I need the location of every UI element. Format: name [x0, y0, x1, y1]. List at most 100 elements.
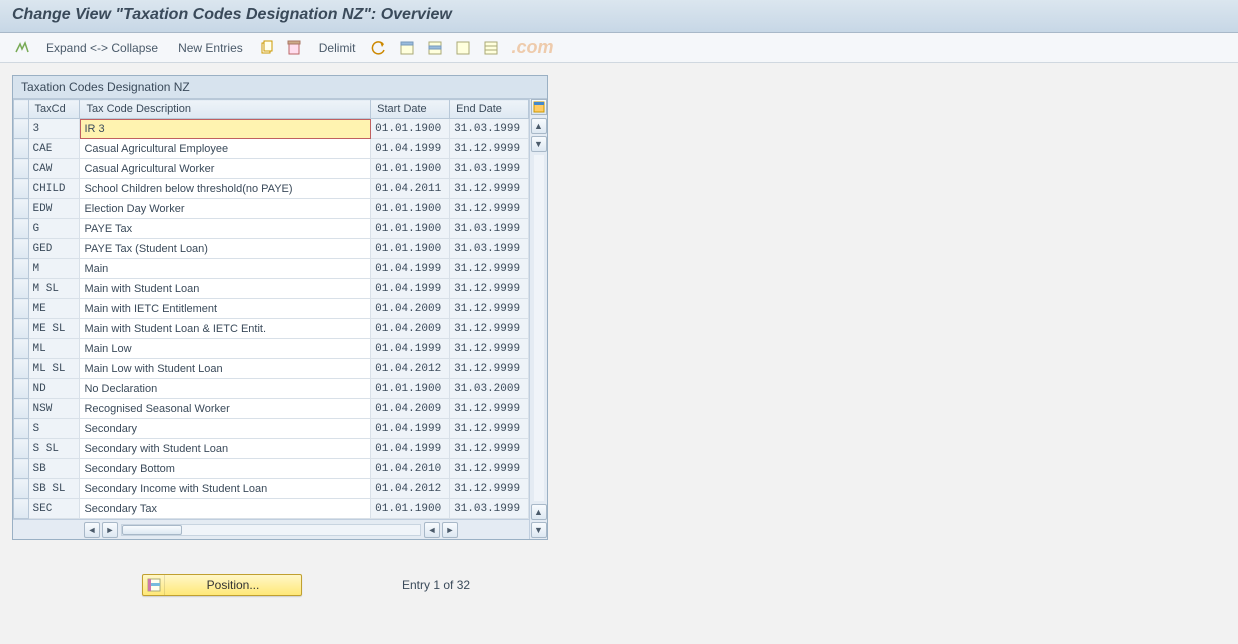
cell-start[interactable]: 01.04.1999: [371, 139, 450, 159]
h-scroll-thumb[interactable]: [122, 525, 182, 535]
cell-end[interactable]: 31.03.1999: [450, 119, 529, 139]
row-selector[interactable]: [14, 339, 29, 359]
row-selector[interactable]: [14, 219, 29, 239]
cell-end[interactable]: 31.12.9999: [450, 139, 529, 159]
cell-end[interactable]: 31.12.9999: [450, 299, 529, 319]
cell-end[interactable]: 31.12.9999: [450, 279, 529, 299]
scroll-up-end-icon[interactable]: ▲: [531, 504, 547, 520]
new-entries-button[interactable]: New Entries: [170, 39, 251, 57]
cell-desc[interactable]: Main Low: [80, 339, 371, 359]
table-config-icon[interactable]: [531, 99, 547, 115]
row-selector[interactable]: [14, 499, 29, 519]
cell-start[interactable]: 01.04.2009: [371, 319, 450, 339]
cell-start[interactable]: 01.01.1900: [371, 239, 450, 259]
table-row[interactable]: NSWRecognised Seasonal Worker01.04.20093…: [14, 399, 529, 419]
cell-taxcd[interactable]: EDW: [28, 199, 80, 219]
scroll-up-icon[interactable]: ▲: [531, 118, 547, 134]
table-row[interactable]: ML SLMain Low with Student Loan01.04.201…: [14, 359, 529, 379]
table-row[interactable]: MMain01.04.199931.12.9999: [14, 259, 529, 279]
cell-end[interactable]: 31.12.9999: [450, 459, 529, 479]
table-row[interactable]: SECSecondary Tax01.01.190031.03.1999: [14, 499, 529, 519]
cell-end[interactable]: 31.12.9999: [450, 319, 529, 339]
cell-start[interactable]: 01.04.2009: [371, 299, 450, 319]
cell-desc[interactable]: Main with Student Loan & IETC Entit.: [80, 319, 371, 339]
cell-end[interactable]: 31.12.9999: [450, 339, 529, 359]
row-selector[interactable]: [14, 259, 29, 279]
cell-end[interactable]: 31.03.1999: [450, 239, 529, 259]
cell-desc[interactable]: Secondary Tax: [80, 499, 371, 519]
scroll-right-icon[interactable]: ►: [102, 522, 118, 538]
table-settings-icon[interactable]: [479, 38, 503, 58]
table-row[interactable]: SSecondary01.04.199931.12.9999: [14, 419, 529, 439]
cell-start[interactable]: 01.04.1999: [371, 279, 450, 299]
row-selector-header[interactable]: [14, 100, 29, 119]
table-row[interactable]: CHILDSchool Children below threshold(no …: [14, 179, 529, 199]
toggle-view-icon[interactable]: [10, 38, 34, 58]
cell-desc[interactable]: IR 3: [80, 119, 371, 139]
table-row[interactable]: SBSecondary Bottom01.04.201031.12.9999: [14, 459, 529, 479]
cell-start[interactable]: 01.01.1900: [371, 379, 450, 399]
row-selector[interactable]: [14, 359, 29, 379]
cell-start[interactable]: 01.04.2011: [371, 179, 450, 199]
horizontal-scrollbar[interactable]: ◄ ► ◄ ►: [13, 519, 529, 539]
row-selector[interactable]: [14, 319, 29, 339]
row-selector[interactable]: [14, 479, 29, 499]
table-row[interactable]: M SLMain with Student Loan01.04.199931.1…: [14, 279, 529, 299]
row-selector[interactable]: [14, 379, 29, 399]
cell-taxcd[interactable]: S: [28, 419, 80, 439]
row-selector[interactable]: [14, 119, 29, 139]
cell-desc[interactable]: PAYE Tax: [80, 219, 371, 239]
row-selector[interactable]: [14, 159, 29, 179]
table-row[interactable]: SB SLSecondary Income with Student Loan0…: [14, 479, 529, 499]
cell-start[interactable]: 01.04.1999: [371, 339, 450, 359]
cell-start[interactable]: 01.04.2010: [371, 459, 450, 479]
row-selector[interactable]: [14, 179, 29, 199]
cell-taxcd[interactable]: SEC: [28, 499, 80, 519]
col-taxcd[interactable]: TaxCd: [28, 100, 80, 119]
cell-start[interactable]: 01.01.1900: [371, 159, 450, 179]
table-row[interactable]: CAECasual Agricultural Employee01.04.199…: [14, 139, 529, 159]
cell-taxcd[interactable]: ME SL: [28, 319, 80, 339]
cell-start[interactable]: 01.04.1999: [371, 439, 450, 459]
cell-taxcd[interactable]: S SL: [28, 439, 80, 459]
row-selector[interactable]: [14, 419, 29, 439]
row-selector[interactable]: [14, 459, 29, 479]
v-scroll-track[interactable]: [534, 155, 544, 501]
cell-end[interactable]: 31.12.9999: [450, 179, 529, 199]
cell-taxcd[interactable]: M: [28, 259, 80, 279]
cell-desc[interactable]: PAYE Tax (Student Loan): [80, 239, 371, 259]
row-selector[interactable]: [14, 299, 29, 319]
cell-taxcd[interactable]: CAW: [28, 159, 80, 179]
table-row[interactable]: CAWCasual Agricultural Worker01.01.19003…: [14, 159, 529, 179]
cell-desc[interactable]: No Declaration: [80, 379, 371, 399]
select-block-icon[interactable]: [423, 38, 447, 58]
cell-desc[interactable]: Recognised Seasonal Worker: [80, 399, 371, 419]
table-row[interactable]: NDNo Declaration01.01.190031.03.2009: [14, 379, 529, 399]
cell-taxcd[interactable]: ND: [28, 379, 80, 399]
cell-taxcd[interactable]: ML SL: [28, 359, 80, 379]
scroll-down-end-icon[interactable]: ▼: [531, 522, 547, 538]
cell-taxcd[interactable]: ME: [28, 299, 80, 319]
cell-end[interactable]: 31.03.1999: [450, 159, 529, 179]
table-row[interactable]: GEDPAYE Tax (Student Loan)01.01.190031.0…: [14, 239, 529, 259]
undo-icon[interactable]: [367, 38, 391, 58]
table-row[interactable]: S SLSecondary with Student Loan01.04.199…: [14, 439, 529, 459]
cell-taxcd[interactable]: CHILD: [28, 179, 80, 199]
cell-end[interactable]: 31.12.9999: [450, 259, 529, 279]
cell-start[interactable]: 01.04.1999: [371, 419, 450, 439]
cell-desc[interactable]: Main: [80, 259, 371, 279]
cell-desc[interactable]: Secondary Income with Student Loan: [80, 479, 371, 499]
cell-start[interactable]: 01.04.2009: [371, 399, 450, 419]
row-selector[interactable]: [14, 439, 29, 459]
table-row[interactable]: ME SLMain with Student Loan & IETC Entit…: [14, 319, 529, 339]
cell-desc[interactable]: Secondary Bottom: [80, 459, 371, 479]
table-row[interactable]: EDWElection Day Worker01.01.190031.12.99…: [14, 199, 529, 219]
scroll-down-icon[interactable]: ▼: [531, 136, 547, 152]
taxation-codes-table[interactable]: TaxCd Tax Code Description Start Date En…: [13, 99, 529, 519]
cell-end[interactable]: 31.12.9999: [450, 359, 529, 379]
delimit-button[interactable]: Delimit: [311, 39, 364, 57]
row-selector[interactable]: [14, 279, 29, 299]
row-selector[interactable]: [14, 199, 29, 219]
cell-desc[interactable]: Secondary: [80, 419, 371, 439]
cell-desc[interactable]: Main Low with Student Loan: [80, 359, 371, 379]
